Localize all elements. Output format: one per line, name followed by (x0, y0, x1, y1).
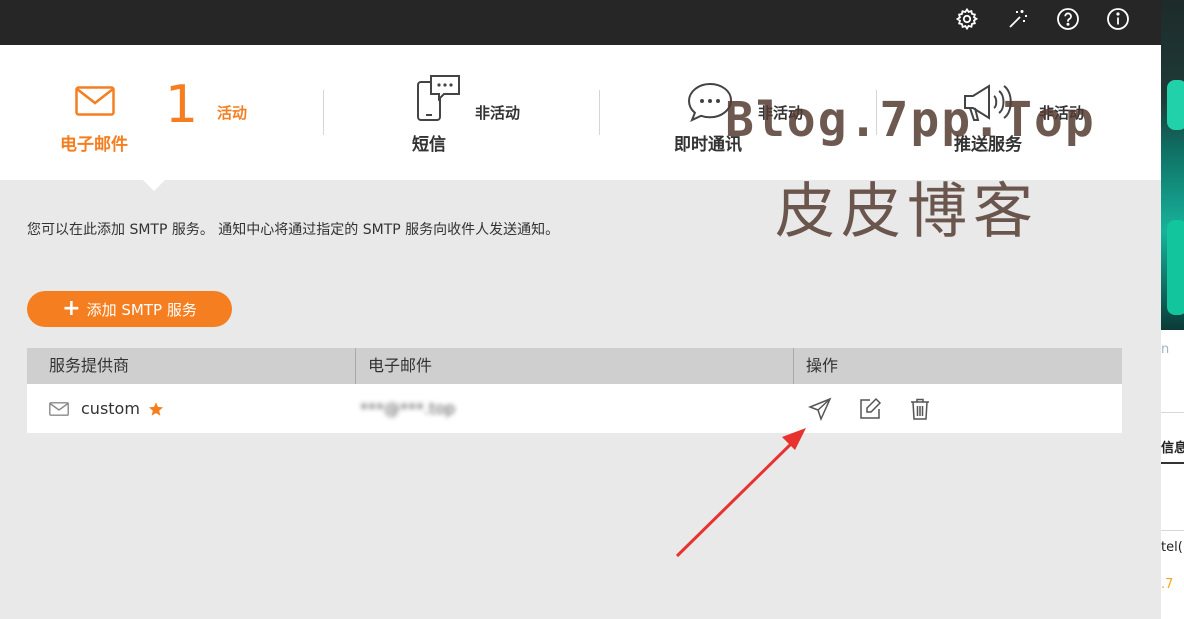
watermark-text: Blog.7pp.Top (725, 92, 1096, 148)
send-test-button[interactable] (807, 396, 833, 422)
active-count: 1 (165, 75, 199, 135)
edit-icon (860, 397, 882, 419)
phone-chat-icon (417, 75, 460, 121)
column-header-provider: 服务提供商 (49, 356, 130, 375)
gear-icon[interactable] (954, 6, 980, 32)
add-smtp-service-label: 添加 SMTP 服务 (86, 300, 197, 319)
strip-text: .7 (1161, 577, 1174, 592)
strip-text: tel( (1161, 540, 1183, 555)
provider-name: custom (81, 399, 140, 418)
column-header-email: 电子邮件 (355, 348, 793, 384)
actions-cell (807, 384, 957, 433)
envelope-icon (75, 86, 115, 116)
table-header: 服务提供商 电子邮件 操作 (27, 348, 1122, 384)
tab-sms[interactable]: 短信 非活动 (324, 45, 599, 180)
tab-label: 电子邮件 (60, 135, 128, 155)
page-description: 您可以在此添加 SMTP 服务。 通知中心将通过指定的 SMTP 服务向收件人发… (27, 222, 560, 238)
send-test-icon (808, 397, 832, 421)
envelope-icon (49, 401, 69, 416)
watermark-text: 皮皮博客 (775, 177, 1039, 247)
add-smtp-service-button[interactable]: + 添加 SMTP 服务 (27, 291, 232, 327)
delete-icon (911, 398, 929, 420)
tab-label: 短信 (412, 135, 446, 155)
table-row: custom ***@***.top (27, 384, 1122, 433)
top-bar (0, 0, 1161, 45)
active-tab-pointer (143, 180, 165, 191)
help-icon[interactable] (1055, 6, 1081, 32)
default-star-icon (148, 401, 163, 416)
strip-text: 信息 (1161, 441, 1184, 456)
column-header-actions: 操作 (793, 348, 1122, 384)
edit-button[interactable] (857, 396, 883, 422)
plus-icon: + (62, 296, 81, 321)
tab-status: 非活动 (475, 104, 521, 122)
email-cell: ***@***.top (360, 399, 456, 418)
strip-text: n (1161, 342, 1170, 357)
provider-cell: custom (49, 384, 164, 433)
tab-status: 活动 (217, 104, 248, 122)
delete-button[interactable] (907, 396, 933, 422)
background-window-strip: n 信息 tel( .7 (1161, 0, 1184, 619)
info-icon[interactable] (1105, 6, 1131, 32)
magic-wand-icon[interactable] (1005, 6, 1031, 32)
tab-email[interactable]: 电子邮件 1 活动 (0, 45, 322, 180)
